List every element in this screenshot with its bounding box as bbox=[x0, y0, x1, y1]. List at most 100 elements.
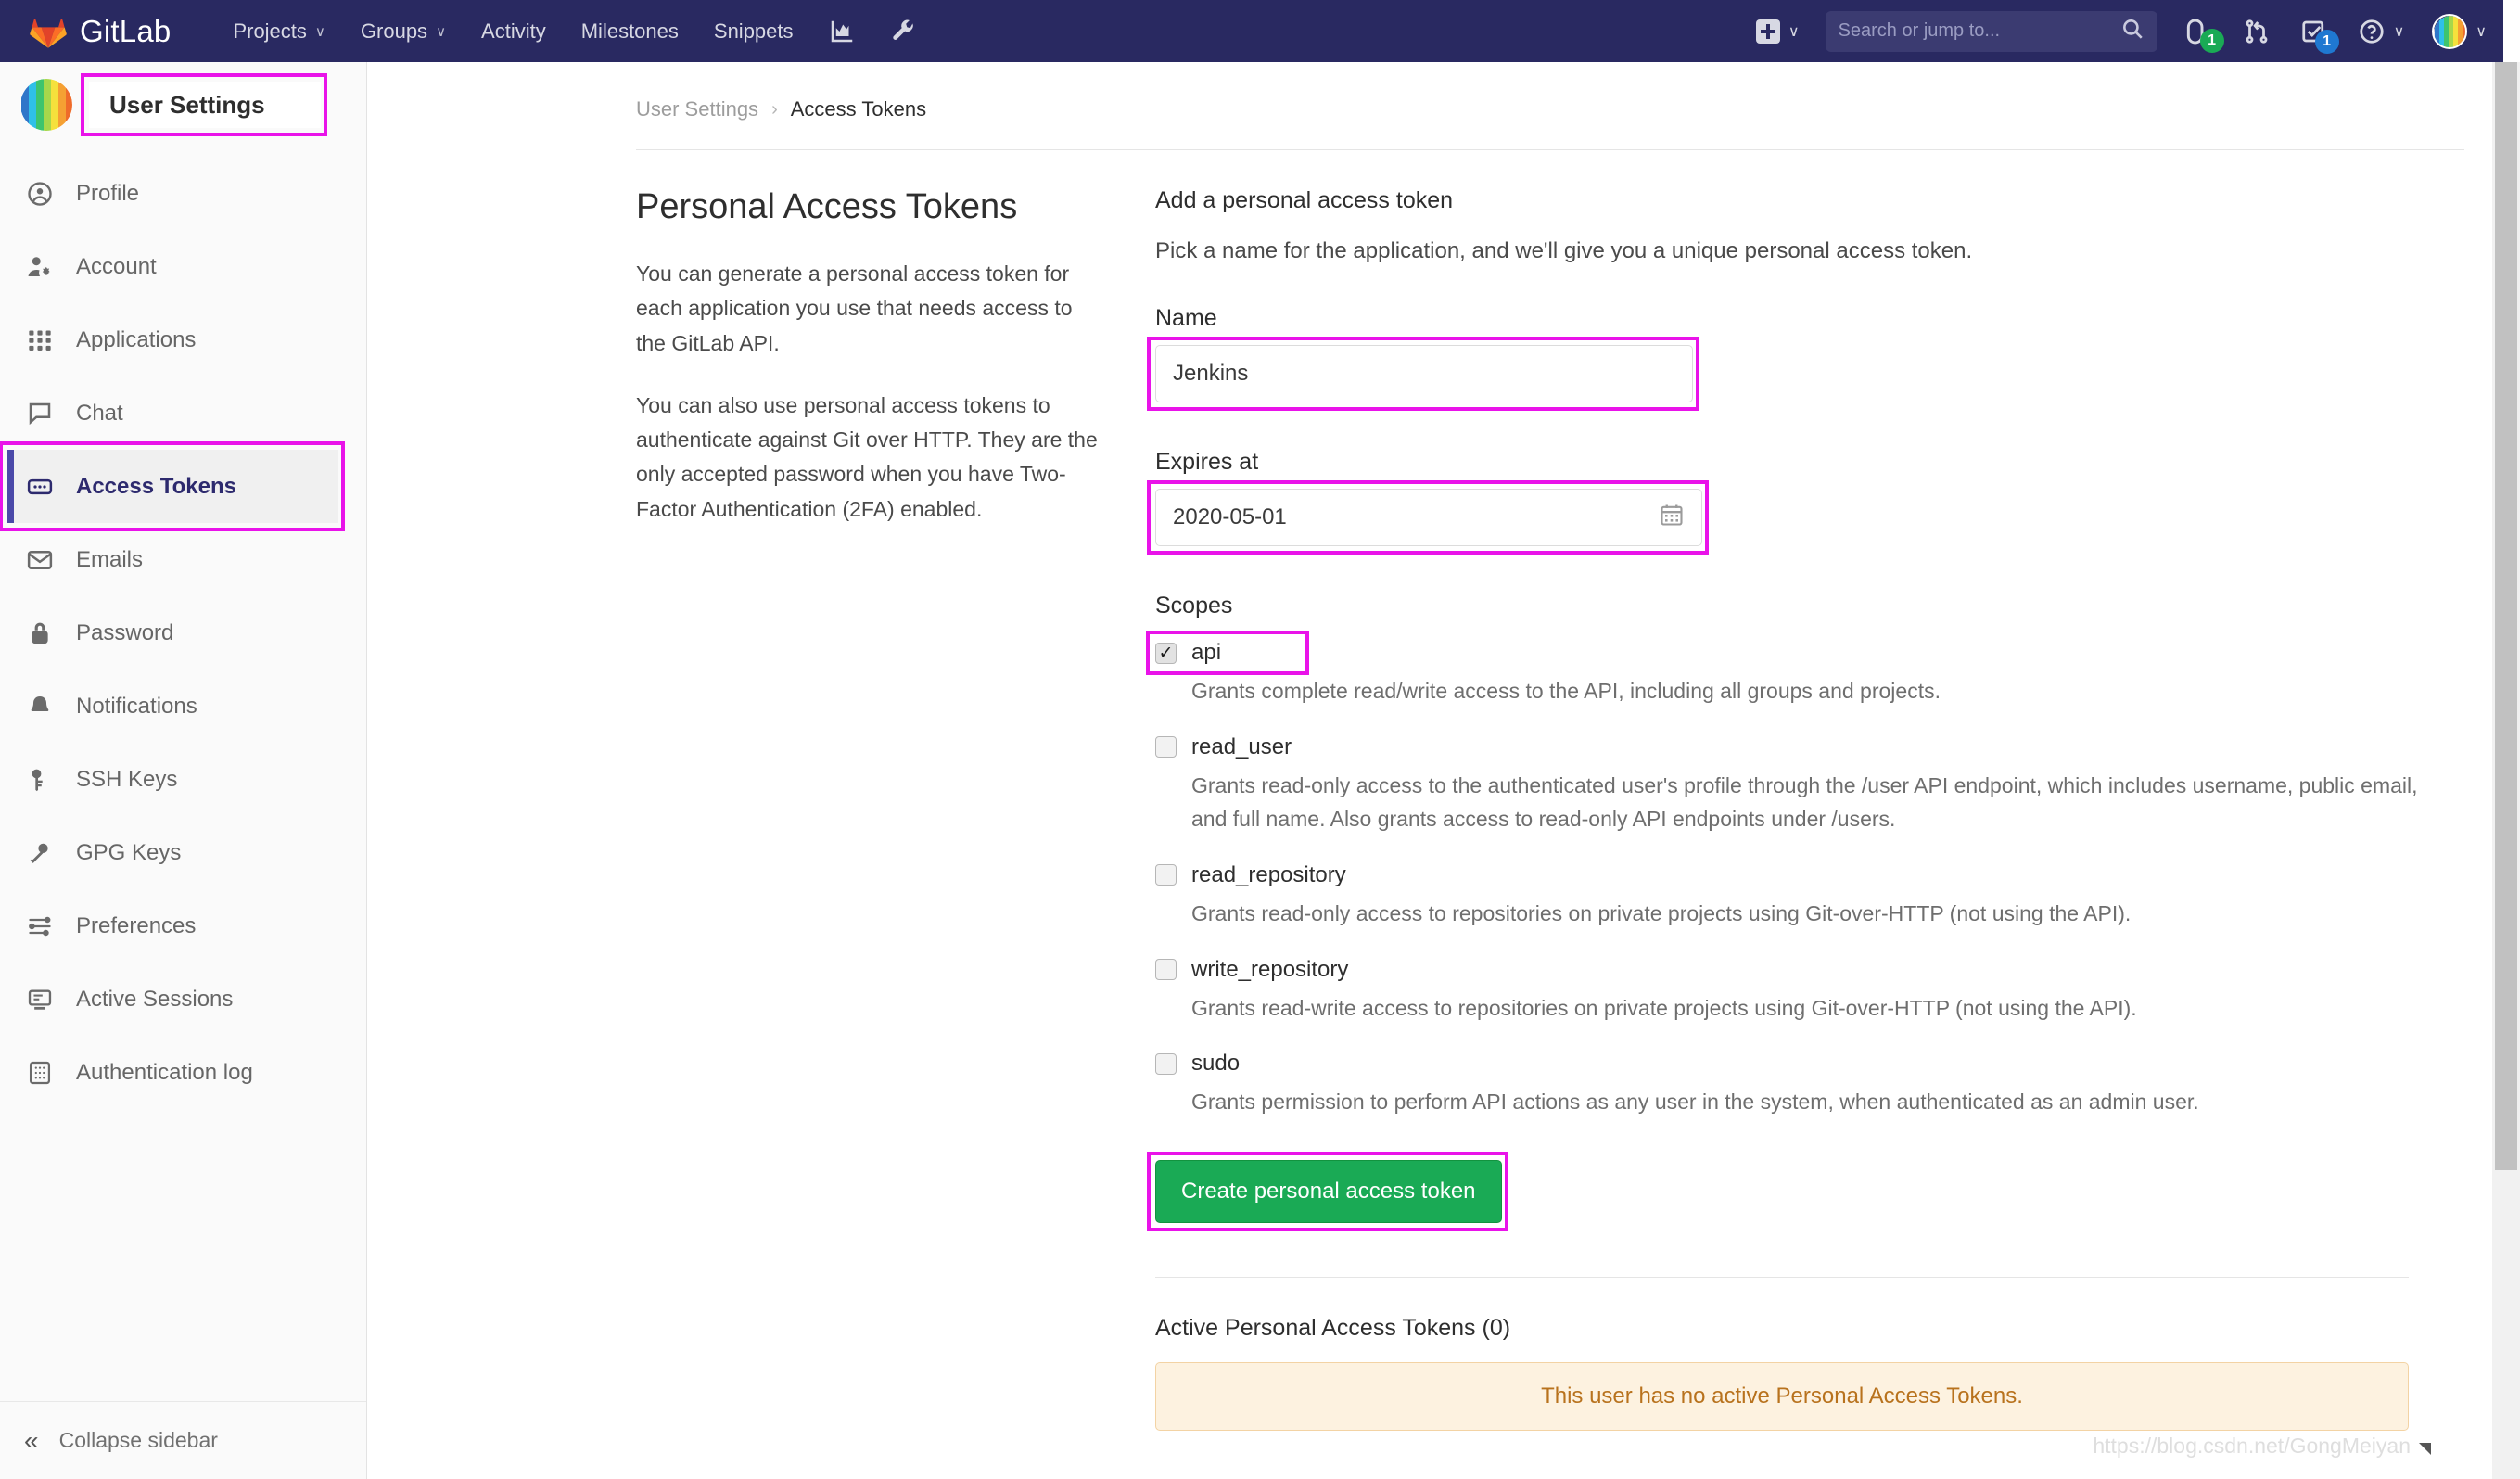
grid-apps-icon bbox=[24, 325, 56, 356]
chevron-down-icon: ∨ bbox=[1788, 23, 1800, 40]
nav-item-activity[interactable]: Activity bbox=[464, 0, 564, 62]
sidebar-item-label: Account bbox=[76, 253, 157, 279]
collapse-sidebar-button[interactable]: « Collapse sidebar bbox=[0, 1401, 366, 1479]
form-heading: Add a personal access token bbox=[1155, 187, 1454, 213]
sidebar-item-emails[interactable]: Emails bbox=[0, 523, 366, 596]
no-active-tokens-alert: This user has no active Personal Access … bbox=[1155, 1362, 2409, 1432]
brand-label: GitLab bbox=[80, 13, 172, 48]
scope-description: Grants permission to perform API actions… bbox=[1191, 1090, 2199, 1115]
page-scrollbar[interactable] bbox=[2492, 62, 2520, 1479]
scope-write-repository-head: write_repository bbox=[1155, 957, 2450, 983]
main-content: User Settings › Access Tokens Personal A… bbox=[367, 62, 2492, 1479]
name-input[interactable]: Jenkins bbox=[1155, 345, 1693, 402]
gitlab-brand[interactable]: GitLab bbox=[30, 13, 171, 50]
sidebar-title: User Settings bbox=[109, 90, 265, 119]
nav-item-snippets[interactable]: Snippets bbox=[696, 0, 811, 62]
check-icon: ✓ bbox=[1158, 643, 1174, 663]
nav-item-groups[interactable]: Groups ∨ bbox=[343, 0, 464, 62]
sidebar-item-active-sessions[interactable]: Active Sessions bbox=[0, 963, 366, 1036]
nav-item-groups-label: Groups bbox=[360, 19, 428, 43]
sidebar-item-gpg-keys[interactable]: GPG Keys bbox=[0, 816, 366, 889]
sidebar-item-ssh-keys[interactable]: SSH Keys bbox=[0, 743, 366, 816]
primary-nav: Projects ∨ Groups ∨ Activity Milestones … bbox=[215, 0, 931, 62]
name-input-value: Jenkins bbox=[1173, 361, 1249, 386]
scope-description: Grants read-write access to repositories… bbox=[1191, 995, 2137, 1020]
scope-api-highlight: ✓ api bbox=[1145, 631, 1310, 675]
bell-icon bbox=[24, 691, 56, 722]
scope-description: Grants read-only access to the authentic… bbox=[1191, 772, 2418, 831]
search-input[interactable] bbox=[1838, 20, 2120, 42]
breadcrumb-current[interactable]: Access Tokens bbox=[791, 97, 926, 121]
name-field-highlight: Jenkins bbox=[1147, 337, 1699, 411]
analytics-chart-icon[interactable] bbox=[811, 0, 872, 62]
nav-item-projects-label: Projects bbox=[233, 19, 307, 43]
sidebar-item-notifications[interactable]: Notifications bbox=[0, 669, 366, 743]
sidebar-item-label: Notifications bbox=[76, 693, 197, 719]
gitlab-access-tokens-page: GitLab Projects ∨ Groups ∨ Activity Mile… bbox=[0, 0, 2520, 1479]
sidebar-item-password[interactable]: Password bbox=[0, 596, 366, 669]
create-personal-access-token-button[interactable]: Create personal access token bbox=[1155, 1160, 1502, 1224]
user-settings-sidebar: User Settings Profile Account Applicatio… bbox=[0, 62, 367, 1479]
scope-row: write_repository Grants read-write acces… bbox=[1155, 957, 2450, 1026]
merge-requests-button[interactable] bbox=[2228, 18, 2285, 45]
scope-sudo-checkbox[interactable] bbox=[1155, 1052, 1177, 1075]
sidebar-item-label: Active Sessions bbox=[76, 986, 234, 1012]
chevron-down-icon: ∨ bbox=[436, 23, 447, 40]
monitor-icon bbox=[24, 984, 56, 1015]
sidebar-item-profile[interactable]: Profile bbox=[0, 157, 366, 230]
two-column-layout: Personal Access Tokens You can generate … bbox=[367, 150, 2492, 1432]
scope-read-user-checkbox[interactable] bbox=[1155, 736, 1177, 759]
scope-row: sudo Grants permission to perform API ac… bbox=[1155, 1051, 2450, 1119]
expires-field-highlight: 2020-05-01 bbox=[1147, 480, 1709, 555]
breadcrumb-parent[interactable]: User Settings bbox=[636, 97, 758, 121]
expires-input[interactable]: 2020-05-01 bbox=[1155, 489, 1702, 546]
scope-write-repository-checkbox[interactable] bbox=[1155, 959, 1177, 980]
form-lead-text: Pick a name for the application, and we'… bbox=[1155, 238, 1973, 263]
scope-api-checkbox[interactable]: ✓ bbox=[1155, 642, 1177, 664]
calendar-icon[interactable] bbox=[1659, 502, 1685, 534]
sidebar-nav-list: Profile Account Applications Chat Access… bbox=[0, 147, 366, 1109]
sidebar-item-account[interactable]: Account bbox=[0, 230, 366, 303]
name-field-label: Name bbox=[1155, 305, 1217, 331]
todos-button[interactable]: 1 bbox=[2285, 18, 2343, 54]
new-item-dropdown[interactable]: ∨ bbox=[1747, 19, 1809, 44]
nav-item-milestones[interactable]: Milestones bbox=[564, 0, 696, 62]
global-search[interactable] bbox=[1825, 10, 2157, 52]
envelope-icon bbox=[24, 544, 56, 576]
scope-read-repository-checkbox[interactable] bbox=[1155, 864, 1177, 886]
scrollbar-thumb[interactable] bbox=[2495, 62, 2517, 1170]
sidebar-item-access-tokens[interactable]: Access Tokens bbox=[7, 450, 338, 523]
gitlab-tanuki-logo-icon bbox=[30, 13, 67, 50]
issues-button[interactable]: 1 bbox=[2169, 17, 2228, 53]
chat-bubble-icon bbox=[24, 398, 56, 429]
navbar-right-tools: ∨ 1 bbox=[1747, 0, 2503, 62]
scope-name: sudo bbox=[1191, 1051, 1241, 1077]
watermark-cursor-icon bbox=[2419, 1443, 2431, 1455]
sidebar-item-label: Chat bbox=[76, 400, 123, 426]
scope-description: Grants read-only access to repositories … bbox=[1191, 900, 2132, 925]
wrench-icon[interactable] bbox=[872, 0, 932, 62]
user-menu-dropdown[interactable]: ∨ bbox=[2419, 13, 2487, 49]
sidebar-item-applications[interactable]: Applications bbox=[0, 303, 366, 376]
sidebar-item-authentication-log[interactable]: Authentication log bbox=[0, 1036, 366, 1109]
issues-count-badge: 1 bbox=[2199, 28, 2224, 53]
todos-count-badge: 1 bbox=[2314, 29, 2339, 54]
scope-name: api bbox=[1191, 640, 1222, 665]
avatar bbox=[2432, 13, 2468, 49]
sidebar-item-preferences[interactable]: Preferences bbox=[0, 889, 366, 963]
collapse-sidebar-label: Collapse sidebar bbox=[58, 1428, 218, 1452]
sliders-icon bbox=[24, 911, 56, 942]
submit-button-highlight: Create personal access token bbox=[1147, 1152, 1508, 1232]
scope-row: read_user Grants read-only access to the… bbox=[1155, 734, 2450, 836]
help-dropdown[interactable]: ∨ bbox=[2343, 18, 2420, 45]
breadcrumb: User Settings › Access Tokens bbox=[367, 62, 2492, 121]
sidebar-item-label: Profile bbox=[76, 180, 140, 206]
sidebar-item-label: SSH Keys bbox=[76, 766, 178, 792]
description-paragraph-2: You can also use personal access tokens … bbox=[636, 392, 1098, 521]
sidebar-item-label: Emails bbox=[76, 546, 144, 572]
scope-row: read_repository Grants read-only access … bbox=[1155, 862, 2450, 931]
nav-item-projects[interactable]: Projects ∨ bbox=[215, 0, 342, 62]
sidebar-item-chat[interactable]: Chat bbox=[0, 376, 366, 450]
breadcrumb-separator-icon: › bbox=[771, 98, 778, 120]
sidebar-item-label: Preferences bbox=[76, 912, 197, 938]
